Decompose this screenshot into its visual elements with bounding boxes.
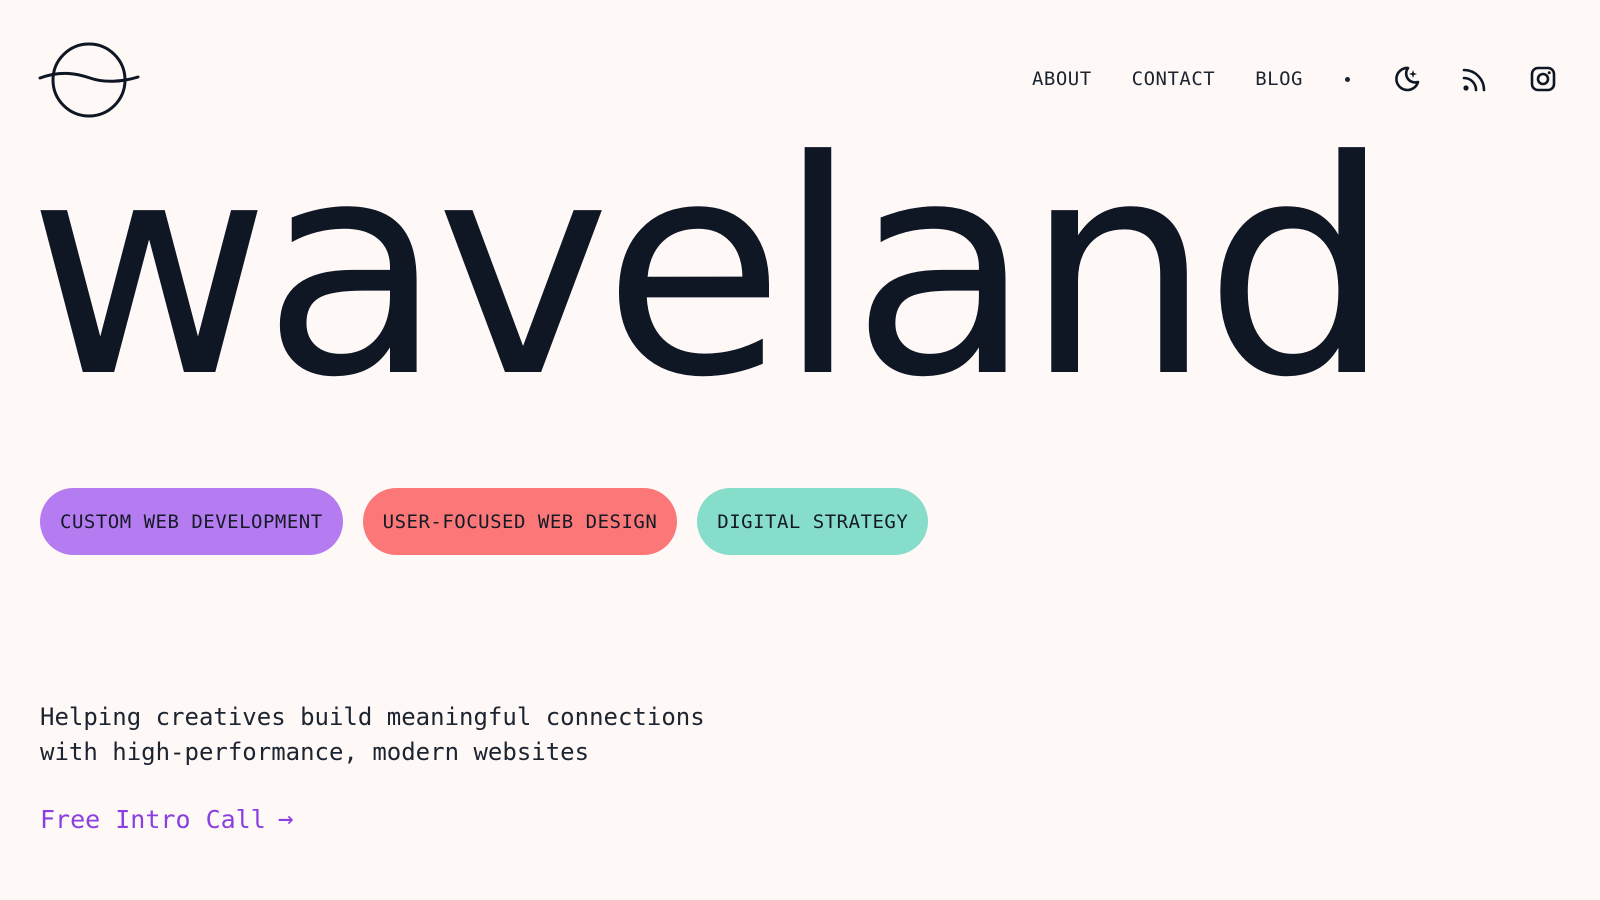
tag-user-focused-web-design: USER-FOCUSED WEB DESIGN — [362, 488, 678, 555]
hero-tagline-line-2: with high-performance, modern websites — [40, 738, 590, 766]
rss-icon — [1462, 68, 1486, 92]
nav-link-about[interactable]: ABOUT — [1032, 60, 1092, 98]
free-intro-call-link[interactable]: Free Intro Call → — [40, 804, 293, 834]
instagram-link-button[interactable] — [1526, 62, 1560, 96]
nav-separator-dot — [1345, 76, 1350, 82]
hero-tagline-line-1: Helping creatives build meaningful conne… — [40, 703, 705, 731]
moon-stars-icon — [1395, 66, 1420, 92]
tag-custom-web-development: CUSTOM WEB DEVELOPMENT — [40, 488, 343, 555]
hero-tagline: Helping creatives build meaningful conne… — [40, 700, 940, 770]
service-tags: CUSTOM WEB DEVELOPMENT USER-FOCUSED WEB … — [40, 488, 948, 555]
nav-link-blog[interactable]: BLOG — [1255, 60, 1303, 98]
arrow-right-icon: → — [277, 804, 294, 834]
brand-wordmark: waveland — [28, 97, 1392, 442]
tag-digital-strategy: DIGITAL STRATEGY — [697, 488, 929, 555]
theme-toggle-button[interactable] — [1390, 62, 1424, 96]
instagram-icon — [1530, 66, 1556, 92]
top-navigation: ABOUT CONTACT BLOG — [1032, 60, 1560, 98]
cta-label: Free Intro Call — [40, 804, 266, 834]
nav-link-contact[interactable]: CONTACT — [1132, 60, 1216, 98]
rss-feed-button[interactable] — [1458, 62, 1492, 96]
